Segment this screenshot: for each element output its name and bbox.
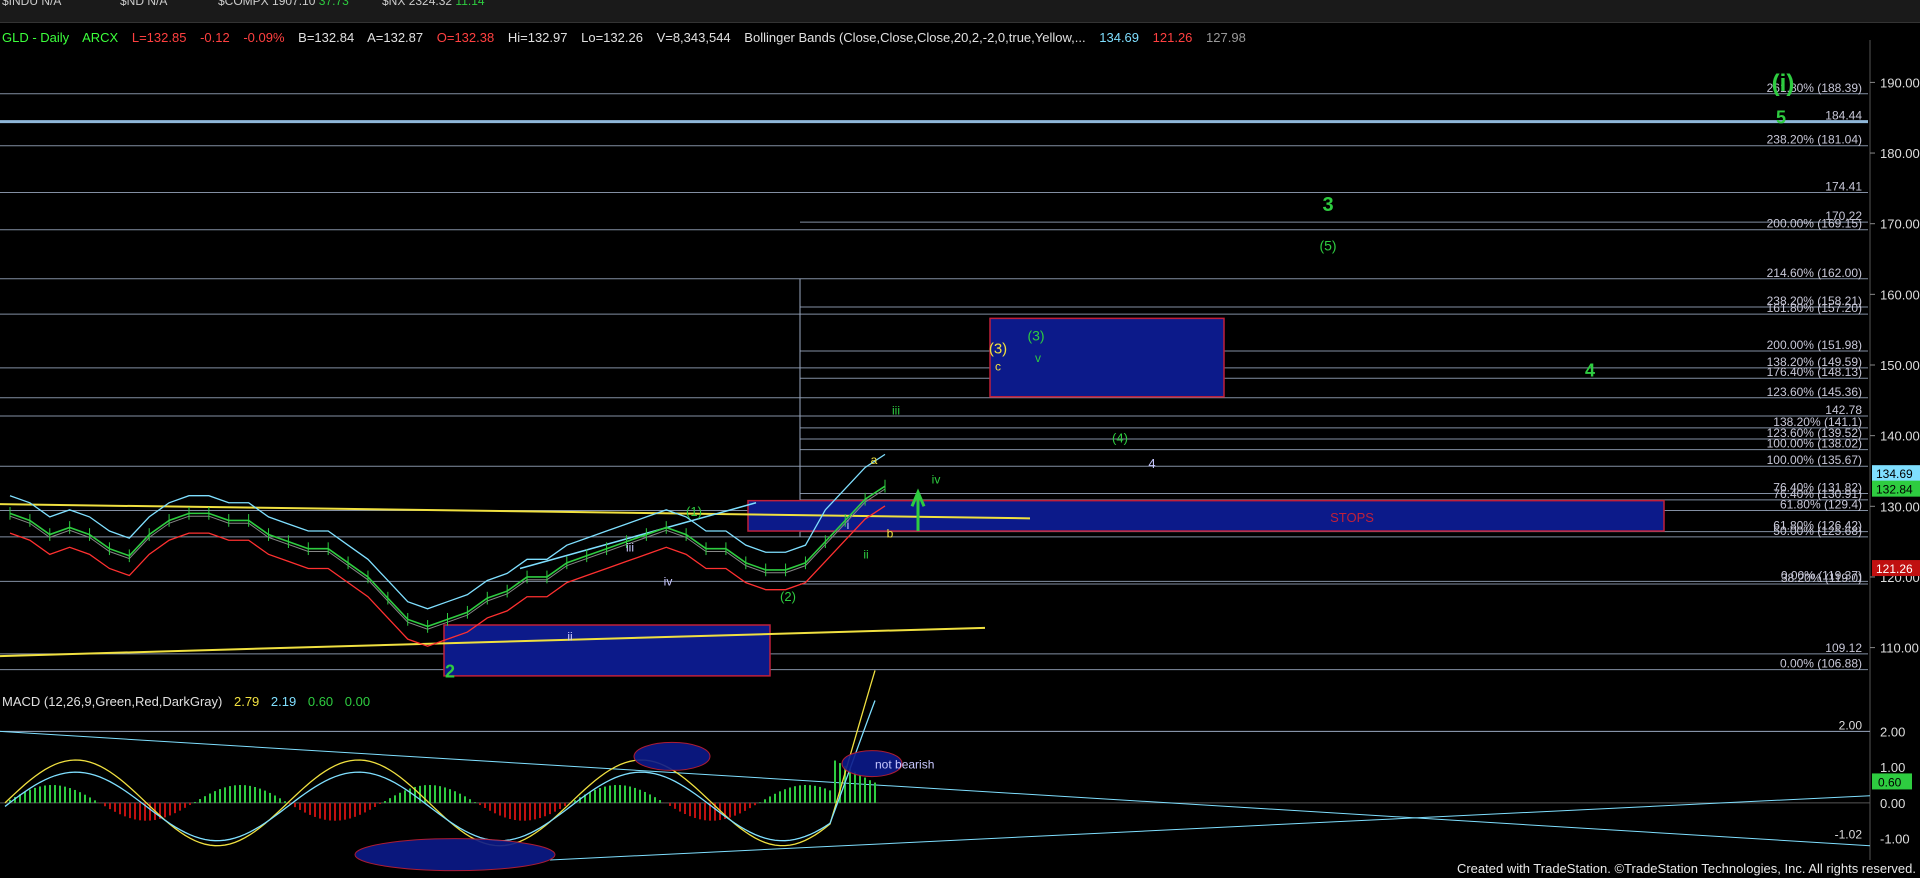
price-tick-label: 190.00: [1880, 75, 1920, 90]
macd-highlight-ellipse: [354, 838, 556, 872]
macd-level-label: -1.02: [1835, 828, 1863, 842]
wave-label: STOPS: [1330, 510, 1374, 525]
fib-level-label: 61.80% (129.4): [1780, 498, 1862, 512]
wave-label: i: [847, 518, 850, 532]
price-tick-label: 180.00: [1880, 146, 1920, 161]
fib-level-label: 174.41: [1825, 180, 1862, 194]
wave-label: (2): [780, 589, 796, 604]
fib-level-label: 176.40% (148.13): [1767, 365, 1862, 379]
macd-tick-label: -1.00: [1880, 832, 1910, 847]
wave-label: ii: [567, 630, 572, 644]
wave-label: a: [871, 453, 878, 467]
wave-label: (1): [686, 504, 702, 519]
price-tick-label: 130.00: [1880, 499, 1920, 514]
macd-tick-label: 2.00: [1880, 724, 1905, 739]
wave-label: v: [1035, 351, 1041, 365]
lower-band-tag: 121.26: [1876, 562, 1913, 576]
wave-label: 2: [445, 661, 455, 681]
fib-level-label: 109.12: [1825, 641, 1862, 655]
macd-highlight-ellipse: [633, 741, 711, 771]
wave-label: iv: [932, 473, 941, 487]
fib-level-label: 50.00% (125.68): [1773, 524, 1862, 538]
wave-label: c: [995, 360, 1001, 374]
macd-tick-label: 0.00: [1880, 796, 1905, 811]
price-tick-label: 110.00: [1880, 641, 1919, 656]
macd-tick-label: 1.00: [1880, 760, 1905, 775]
lower-zone-box: [443, 624, 771, 677]
wave-label: 5: [1776, 107, 1786, 127]
fib-level-label: 200.00% (151.98): [1767, 338, 1862, 352]
price-tick-label: 140.00: [1880, 429, 1920, 444]
macd-level-label: 2.00: [1839, 719, 1863, 733]
wave-label: (5): [1319, 238, 1336, 254]
price-tick-label: 160.00: [1880, 287, 1920, 302]
price-tick-label: 170.00: [1880, 217, 1920, 232]
target-zone-box: [989, 317, 1225, 398]
price-chart[interactable]: 261.80% (188.39)184.44238.20% (181.04)17…: [0, 0, 1920, 878]
wave-label: b: [887, 526, 894, 540]
wave-label: (i): [1772, 70, 1795, 97]
fib-level-label: 161.80% (157.20): [1767, 301, 1862, 315]
footer-credit: Created with TradeStation. ©TradeStation…: [1456, 861, 1916, 876]
wave-label: (3): [989, 341, 1007, 358]
fib-level-label: 0.00% (106.88): [1780, 657, 1862, 671]
wave-label: iii: [892, 403, 900, 417]
wave-label: 3: [1322, 194, 1333, 216]
macd-current-tag: 0.60: [1878, 775, 1902, 789]
fib-level-label: 214.60% (162.00): [1767, 266, 1862, 280]
wave-label: 4: [1148, 456, 1155, 471]
wave-label: iv: [664, 574, 673, 588]
last-price-tag: 132.84: [1876, 483, 1913, 497]
wave-label: iii: [626, 541, 634, 555]
fib-level-label: 238.20% (181.04): [1767, 133, 1862, 147]
fib-level-label: 100.00% (135.67): [1767, 453, 1862, 467]
price-tick-label: 150.00: [1880, 358, 1920, 373]
macd-trendline: [0, 730, 1871, 847]
fib-level-label: 100.00% (138.02): [1767, 437, 1862, 451]
wave-label: (4): [1112, 431, 1128, 446]
wave-label: 4: [1585, 360, 1595, 380]
fib-level-label: 123.60% (145.36): [1767, 385, 1862, 399]
wave-label: ii: [863, 548, 868, 562]
fib-level-label: 184.44: [1825, 109, 1862, 123]
fib-level-label: 38.20% (119.0): [1781, 571, 1862, 585]
fib-level-label: 200.00% (169.15): [1767, 217, 1862, 231]
wave-label: (3): [1027, 327, 1044, 343]
macd-annotation: not bearish: [875, 758, 934, 772]
macd-signal-line: [4, 700, 876, 842]
upper-band-tag: 134.69: [1876, 467, 1913, 481]
